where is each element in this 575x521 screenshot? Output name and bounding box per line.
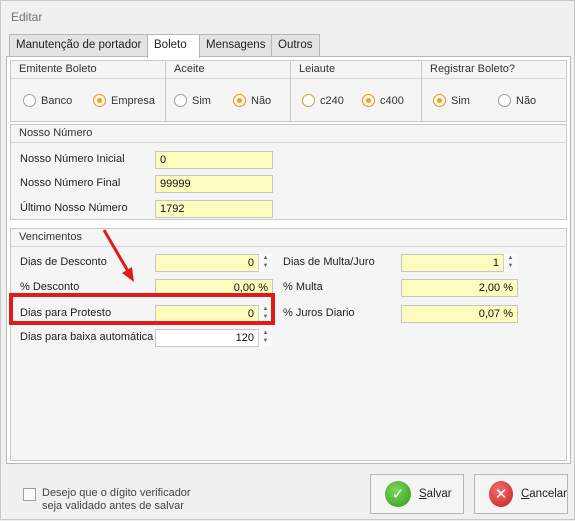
radio-label: Banco: [41, 94, 73, 107]
nosso-numero-group-title: Nosso Número: [11, 125, 566, 143]
pct-juros-label: % Juros Diario: [283, 307, 355, 319]
radio-unchecked-icon: [302, 94, 315, 107]
radio-checked-icon: [433, 94, 446, 107]
nosso-numero-inicial-input[interactable]: [155, 151, 273, 169]
leiaute-group: Leiaute c240 c400: [290, 60, 422, 122]
nosso-numero-inicial-label: Nosso Número Inicial: [20, 153, 125, 165]
checkbox-label-line1: Desejo que o dígito verificador: [42, 487, 191, 499]
dias-baixa-label: Dias para baixa automática: [20, 331, 154, 343]
highlight-annotation: [9, 293, 275, 325]
save-button-label: Salvar: [419, 488, 452, 500]
dias-desconto-input[interactable]: [155, 254, 259, 272]
window-title: Editar: [11, 10, 43, 24]
radio-checked-icon: [93, 94, 106, 107]
radio-emitente-banco[interactable]: Banco: [23, 94, 72, 107]
pct-desconto-label: % Desconto: [20, 281, 80, 293]
radio-label: Empresa: [111, 94, 156, 107]
validate-digit-checkbox[interactable]: Desejo que o dígito verificador seja val…: [23, 487, 191, 513]
radio-unchecked-icon: [23, 94, 36, 107]
spin-down-icon[interactable]: ▼: [508, 263, 514, 271]
radio-aceite-sim[interactable]: Sim: [174, 94, 211, 107]
radio-unchecked-icon: [498, 94, 511, 107]
dias-baixa-input[interactable]: [155, 329, 259, 347]
cancel-button[interactable]: ✕ Cancelar: [474, 474, 568, 514]
radio-emitente-empresa[interactable]: Empresa: [93, 94, 155, 107]
spin-down-icon[interactable]: ▼: [263, 338, 269, 346]
radio-label: Sim: [192, 94, 211, 107]
dias-desconto-label: Dias de Desconto: [20, 256, 107, 268]
radio-leiaute-c400[interactable]: c400: [362, 94, 404, 107]
nosso-numero-final-input[interactable]: [155, 175, 273, 193]
nosso-numero-final-label: Nosso Número Final: [20, 177, 121, 189]
cancel-icon: ✕: [489, 481, 513, 507]
radio-leiaute-c240[interactable]: c240: [302, 94, 344, 107]
tab-manutencao-portador[interactable]: Manutenção de portador: [9, 34, 148, 56]
pct-juros-input[interactable]: [401, 305, 518, 323]
radio-registrar-sim[interactable]: Sim: [433, 94, 470, 107]
radio-label: Sim: [451, 94, 470, 107]
leiaute-group-title: Leiaute: [291, 61, 421, 79]
radio-label: Não: [251, 94, 272, 107]
dias-multa-spinner[interactable]: ▲ ▼: [503, 254, 517, 272]
title-bar: Editar: [1, 1, 574, 31]
vencimentos-group: Vencimentos Dias de Desconto ▲▼ % Descon…: [10, 228, 567, 461]
dias-multa-label: Dias de Multa/Juro: [283, 256, 375, 268]
nosso-numero-group: Nosso Número Nosso Número Inicial Nosso …: [10, 124, 567, 220]
pct-multa-label: % Multa: [283, 281, 323, 293]
spin-up-icon[interactable]: ▲: [263, 255, 269, 263]
pct-multa-input[interactable]: [401, 279, 518, 297]
radio-unchecked-icon: [174, 94, 187, 107]
check-icon: ✓: [385, 481, 411, 507]
radio-aceite-nao[interactable]: Não: [233, 94, 271, 107]
boleto-tab-panel: Emitente Boleto Banco Empresa Aceite Sim…: [6, 56, 571, 464]
spin-up-icon[interactable]: ▲: [263, 330, 269, 338]
ultimo-nosso-numero-input[interactable]: [155, 200, 273, 218]
tab-outros[interactable]: Outros: [271, 34, 320, 56]
radio-label: c400: [380, 94, 404, 107]
edit-dialog: Editar Manutenção de portador Boleto Men…: [0, 0, 575, 520]
registrar-group: Registrar Boleto? Sim Não: [421, 60, 567, 122]
radio-checked-icon: [233, 94, 246, 107]
dias-desconto-spinner[interactable]: ▲ ▼: [258, 254, 272, 272]
checkbox-label-line2: seja validado antes de salvar: [42, 500, 184, 512]
aceite-group: Aceite Sim Não: [165, 60, 291, 122]
save-button[interactable]: ✓ Salvar: [370, 474, 464, 514]
radio-registrar-nao[interactable]: Não: [498, 94, 536, 107]
radio-checked-icon: [362, 94, 375, 107]
vencimentos-group-title: Vencimentos: [11, 229, 566, 247]
radio-label: c240: [320, 94, 344, 107]
dias-multa-input[interactable]: [401, 254, 504, 272]
spin-up-icon[interactable]: ▲: [508, 255, 514, 263]
cancel-button-label: Cancelar: [520, 488, 567, 500]
radio-label: Não: [516, 94, 537, 107]
tab-boleto[interactable]: Boleto: [147, 34, 200, 58]
aceite-group-title: Aceite: [166, 61, 290, 79]
emitente-group: Emitente Boleto Banco Empresa: [10, 60, 166, 122]
tab-mensagens[interactable]: Mensagens: [199, 34, 272, 56]
checkbox-box[interactable]: [23, 488, 36, 501]
ultimo-nosso-numero-label: Último Nosso Número: [20, 202, 128, 214]
spin-down-icon[interactable]: ▼: [263, 263, 269, 271]
emitente-group-title: Emitente Boleto: [11, 61, 165, 79]
registrar-group-title: Registrar Boleto?: [422, 61, 566, 79]
dias-baixa-spinner[interactable]: ▲ ▼: [258, 329, 272, 347]
